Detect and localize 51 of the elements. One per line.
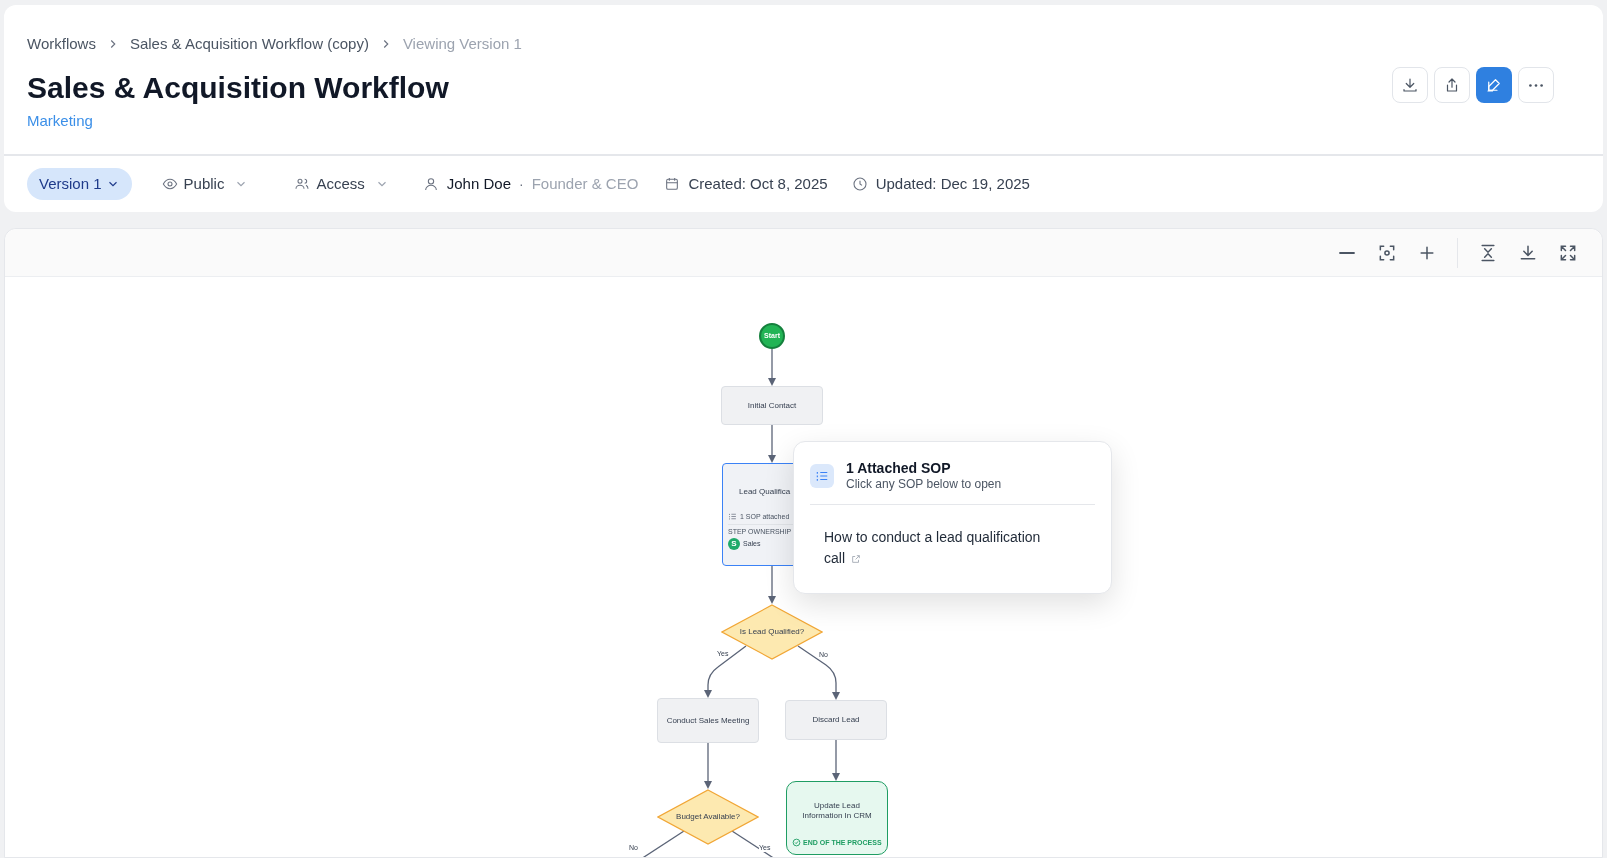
breadcrumb-link[interactable]: Sales & Acquisition Workflow (copy): [129, 33, 369, 56]
download-button[interactable]: [1392, 67, 1428, 103]
more-icon: [1529, 83, 1543, 87]
clock-icon: [851, 176, 868, 192]
process-node[interactable]: Conduct Sales Meeting: [657, 698, 759, 743]
connector-arrow: [797, 645, 840, 700]
sop-link[interactable]: How to conduct a lead qualification call: [824, 527, 1064, 569]
connector-arrow: [768, 424, 776, 463]
download-icon: [1401, 76, 1419, 94]
list-icon: [728, 512, 737, 521]
check-circle-icon: [792, 838, 801, 848]
edit-button[interactable]: [1476, 67, 1512, 103]
popover-title: 1 Attached SOP: [846, 460, 952, 477]
node-label: Discard Lead: [812, 714, 860, 726]
share-button[interactable]: [1434, 67, 1470, 103]
access-dropdown[interactable]: Access: [294, 172, 389, 196]
list-icon: [810, 464, 834, 488]
connector-arrow: [704, 645, 747, 698]
owner-avatar: S: [728, 538, 740, 550]
visibility-dropdown[interactable]: Public: [161, 172, 249, 196]
collapse-icon: [1478, 242, 1498, 263]
breadcrumb-current: Viewing Version 1: [402, 34, 522, 54]
popover-subtitle: Click any SOP below to open: [846, 477, 1002, 492]
owner-role: Founder & CEO: [531, 173, 639, 194]
node-label: Lead Qualifica: [739, 486, 792, 498]
connector-arrow: [832, 739, 840, 781]
eye-icon: [161, 176, 178, 192]
connector-arrow: [768, 348, 776, 386]
decision-label: Is Lead Qualified?: [739, 626, 805, 638]
node-label: Update Lead Information In CRM: [801, 801, 873, 821]
user-icon: [422, 176, 439, 192]
connector-arrow: [704, 742, 712, 789]
owner-name: John Doe: [446, 173, 511, 194]
decision-diamond[interactable]: [657, 789, 759, 845]
users-icon: [294, 176, 311, 192]
pencil-icon: [1485, 76, 1503, 94]
process-node[interactable]: Discard Lead: [785, 700, 887, 740]
minus-icon: [1339, 251, 1355, 254]
created-date: Created: Oct 8, 2025: [688, 173, 828, 194]
node-label: Initial Contact: [747, 399, 797, 412]
process-node[interactable]: Initial Contact: [721, 386, 823, 425]
node-label: Conduct Sales Meeting: [666, 714, 750, 727]
external-link-icon: [851, 554, 861, 565]
updated-date: Updated: Dec 19, 2025: [875, 173, 1030, 194]
connector-arrow: [768, 565, 776, 604]
breadcrumb-link[interactable]: Workflows: [27, 33, 96, 56]
version-dropdown[interactable]: Version 1: [27, 168, 132, 200]
separator-dot: ·: [519, 174, 524, 194]
decision-label: Budget Available?: [676, 811, 740, 823]
calendar-icon: [664, 176, 681, 192]
page-title: Sales & Acquisition Workflow: [27, 69, 450, 106]
